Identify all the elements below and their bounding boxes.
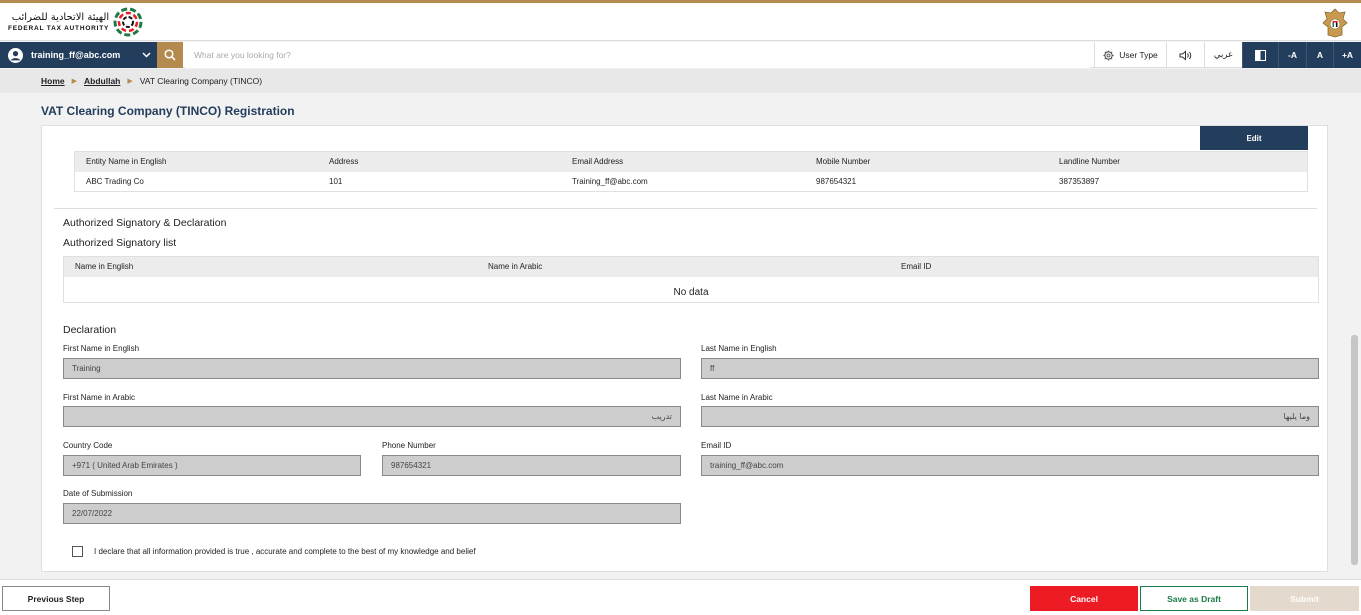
first-name-en-label: First Name in English: [63, 344, 140, 353]
column-header: Landline Number: [1059, 157, 1120, 166]
column-header: Email ID: [901, 262, 932, 271]
signatory-list-title: Authorized Signatory list: [63, 237, 177, 249]
first-name-ar-label: First Name in Arabic: [63, 393, 136, 402]
search-input[interactable]: [185, 42, 1090, 68]
email-id-field[interactable]: training_ff@abc.com: [701, 455, 1319, 476]
save-draft-button[interactable]: Save as Draft: [1140, 586, 1248, 611]
entity-table: Entity Name in English Address Email Add…: [74, 151, 1308, 192]
contrast-toggle-button[interactable]: [1242, 42, 1278, 68]
mobile-cell: 987654321: [816, 177, 857, 186]
previous-step-button[interactable]: Previous Step: [2, 586, 110, 611]
phone-number-label: Phone Number: [382, 441, 436, 450]
footer-actions: Previous Step Cancel Save as Draft Submi…: [0, 579, 1361, 615]
arabic-language-button[interactable]: عربي: [1204, 42, 1242, 68]
edit-button[interactable]: Edit: [1200, 126, 1308, 150]
signatory-section-title: Authorized Signatory & Declaration: [63, 217, 227, 229]
breadcrumb-bar: Home ▶ Abdullah ▶ VAT Clearing Company (…: [0, 69, 1361, 93]
email-cell: Training_ff@abc.com: [572, 177, 648, 186]
column-header: Address: [329, 157, 359, 166]
fta-logo[interactable]: الهيئة الاتحادية للضرائب FEDERAL TAX AUT…: [8, 7, 143, 37]
logo-bar: الهيئة الاتحادية للضرائب FEDERAL TAX AUT…: [0, 3, 1361, 41]
first-name-ar-field[interactable]: تدريب: [63, 406, 681, 427]
breadcrumb: Home ▶ Abdullah ▶ VAT Clearing Company (…: [41, 76, 262, 86]
user-type-button[interactable]: User Type: [1094, 42, 1166, 68]
breadcrumb-arrow-icon: ▶: [127, 78, 133, 85]
uae-emblem-icon: [1322, 8, 1348, 38]
username-label: training_ff@abc.com: [31, 50, 121, 60]
logo-arabic-text: الهيئة الاتحادية للضرائب: [11, 11, 110, 23]
submission-date-field[interactable]: 22/07/2022: [63, 503, 681, 524]
signatory-table: Name in English Name in Arabic Email ID …: [63, 256, 1319, 303]
logo-english-text: FEDERAL TAX AUTHORITY: [8, 24, 110, 32]
entity-name-cell: ABC Trading Co: [86, 177, 144, 186]
breadcrumb-current: VAT Clearing Company (TINCO): [139, 76, 263, 86]
font-decrease-button[interactable]: -A: [1278, 42, 1306, 68]
column-header: Name in English: [75, 262, 134, 271]
declaration-title: Declaration: [63, 324, 117, 336]
email-id-label: Email ID: [701, 441, 732, 450]
cancel-button[interactable]: Cancel: [1030, 586, 1138, 611]
font-normal-button[interactable]: A: [1306, 42, 1333, 68]
landline-cell: 387353897: [1059, 177, 1100, 186]
page-title: VAT Clearing Company (TINCO) Registratio…: [41, 104, 295, 118]
column-header: Name in Arabic: [488, 262, 543, 271]
gear-icon: [1103, 49, 1114, 61]
address-cell: 101: [329, 177, 343, 186]
fta-logo-icon: [113, 7, 143, 37]
user-type-label: User Type: [1119, 50, 1158, 60]
scrollbar-thumb[interactable]: [1351, 335, 1358, 565]
column-header: Entity Name in English: [86, 157, 167, 166]
country-code-field[interactable]: +971 ( United Arab Emirates ): [63, 455, 361, 476]
nav-bar: training_ff@abc.com User Type عربي -A A: [0, 42, 1361, 68]
audio-button[interactable]: [1166, 42, 1204, 68]
declaration-checkbox[interactable]: [72, 546, 83, 557]
column-header: Email Address: [572, 157, 624, 166]
speaker-icon: [1179, 49, 1191, 61]
submission-date-label: Date of Submission: [63, 489, 133, 498]
declaration-checkbox-label: I declare that all information provided …: [94, 547, 476, 556]
signatory-table-header: Name in English Name in Arabic Email ID: [64, 257, 1318, 277]
contrast-icon: [1255, 49, 1266, 61]
search-icon: [164, 49, 176, 61]
last-name-en-field[interactable]: ff: [701, 358, 1319, 379]
breadcrumb-parent-link[interactable]: Abdullah: [84, 76, 120, 86]
registration-panel: Edit Entity Name in English Address Emai…: [41, 125, 1328, 572]
country-code-label: Country Code: [63, 441, 113, 450]
phone-number-field[interactable]: 987654321: [382, 455, 681, 476]
entity-table-header: Entity Name in English Address Email Add…: [75, 152, 1307, 172]
empty-table-message: No data: [673, 287, 709, 298]
breadcrumb-arrow-icon: ▶: [71, 78, 78, 85]
first-name-en-field[interactable]: Training: [63, 358, 681, 379]
breadcrumb-home-link[interactable]: Home: [41, 76, 65, 86]
section-divider: [54, 208, 1317, 209]
last-name-ar-field[interactable]: وما يليها: [701, 406, 1319, 427]
user-avatar-icon: [8, 47, 23, 63]
page-scrollbar[interactable]: [1348, 95, 1361, 577]
font-increase-button[interactable]: +A: [1333, 42, 1361, 68]
column-header: Mobile Number: [816, 157, 871, 166]
submit-button[interactable]: Submit: [1250, 586, 1359, 611]
search-button[interactable]: [157, 42, 183, 68]
last-name-en-label: Last Name in English: [701, 344, 777, 353]
chevron-down-icon: [142, 52, 151, 58]
last-name-ar-label: Last Name in Arabic: [701, 393, 773, 402]
user-menu[interactable]: training_ff@abc.com: [0, 42, 157, 68]
